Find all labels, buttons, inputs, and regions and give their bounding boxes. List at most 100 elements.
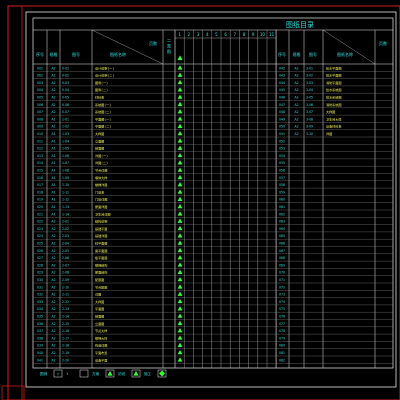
column-number: 4 [206, 32, 209, 37]
left-row-code: 2-04 [62, 241, 69, 245]
left-row-name: 配筋图 [95, 277, 104, 282]
left-row-code: 1-04 [62, 139, 69, 143]
legend-diamond-icon [159, 370, 165, 377]
right-row-name: 排水平面图 [326, 73, 341, 78]
left-row-seq: 002 [37, 74, 43, 78]
right-row-seq: 077 [279, 322, 285, 326]
left-row-code: 2-17 [62, 336, 69, 340]
mid-header-char: 二 [167, 38, 171, 43]
left-row-code: 2-06 [62, 256, 69, 260]
column-number: 11 [269, 32, 275, 37]
left-row-seq: 012 [37, 147, 43, 151]
left-row-seq: 024 [37, 234, 43, 238]
left-row-name: 屋面详图 [95, 204, 107, 209]
cad-drawing-canvas[interactable]: 图纸目录 序号 规格 图号 图纸名称页数二类图1 2 3 4 5 6 7 8 9 10 11序号 规格 图号图… [0, 0, 400, 400]
left-row-size: A2 [51, 336, 55, 340]
column-number: 1 [178, 32, 181, 37]
left-row-code: 2-13 [62, 307, 69, 311]
left-row-code: 1-03 [62, 132, 69, 136]
right-row-seq: 078 [279, 329, 285, 333]
left-row-code: 1-05 [62, 147, 69, 151]
left-row-size: A2 [51, 220, 55, 224]
status-triangle-icon [177, 349, 183, 355]
status-triangle-icon [177, 87, 183, 92]
legend-label: 方案 [92, 371, 100, 376]
status-triangle-icon [177, 342, 183, 347]
left-row-name: 节点配筋 [95, 284, 107, 289]
legend-box-text: T [56, 373, 60, 377]
status-triangle-icon [177, 211, 183, 216]
left-row-name: 楼梯详图 [95, 182, 107, 187]
left-row-code: 0-03 [62, 81, 69, 85]
right-row-size: A2 [294, 95, 298, 99]
left-row-seq: 016 [37, 176, 43, 180]
status-triangle-icon [177, 72, 183, 77]
status-triangle-icon [177, 306, 183, 311]
right-row-code: 3-07 [306, 110, 313, 114]
left-row-name: 结构说明 [95, 219, 107, 224]
left-row-code: 1-08 [62, 168, 69, 172]
left-row-seq: 030 [37, 278, 43, 282]
left-row-code: 2-07 [62, 263, 69, 267]
status-triangle-icon [177, 152, 183, 158]
right-row-seq: 071 [279, 278, 285, 282]
column-number: 2 [188, 32, 191, 37]
left-row-seq: 036 [37, 322, 43, 326]
left-row-code: 1-09 [62, 176, 69, 180]
left-row-size: A1 [51, 176, 55, 180]
right-row-code: 3-10 [306, 132, 313, 136]
status-triangle-icon [177, 320, 183, 326]
right-row-code: 3-04 [306, 88, 313, 92]
legend-triangle-icon [133, 370, 139, 376]
left-row-size: A2 [51, 271, 55, 275]
status-triangle-icon [177, 225, 183, 231]
status-triangle-icon [177, 145, 183, 150]
right-row-seq: 047 [279, 103, 285, 107]
right-row-size: A2 [294, 110, 298, 114]
right-row-seq: 064 [279, 227, 285, 231]
right-row-seq: 046 [279, 95, 285, 99]
left-row-size: A2 [51, 351, 55, 355]
left-row-name: 楼梯结构 [95, 262, 107, 267]
right-row-seq: 068 [279, 256, 285, 260]
status-triangle-icon [177, 247, 183, 253]
left-row-name: 构造详图 [95, 343, 107, 348]
left-row-seq: 029 [37, 271, 43, 275]
left-row-seq: 031 [37, 285, 43, 289]
left-row-size: A2 [51, 322, 55, 326]
right-row-seq: 065 [279, 234, 285, 238]
left-row-seq: 003 [37, 81, 43, 85]
right-row-code: 3-06 [306, 103, 313, 107]
right-row-seq: 070 [279, 271, 285, 275]
left-row-name: 柱平面图 [95, 240, 107, 245]
left-row-seq: 015 [37, 168, 43, 172]
status-triangle-icon [177, 233, 183, 238]
right-row-seq: 053 [279, 147, 285, 151]
left-row-code: 0-04 [62, 88, 69, 92]
left-row-size: A1 [51, 212, 55, 216]
right-row-seq: 082 [279, 358, 285, 362]
left-row-seq: 022 [37, 220, 43, 224]
left-row-size: A2 [51, 110, 55, 114]
left-row-size: A2 [51, 249, 55, 253]
left-row-size: A2 [51, 103, 55, 107]
right-header-name: 图纸名称 [337, 51, 353, 57]
status-triangle-icon [177, 174, 183, 180]
left-row-seq: 037 [37, 329, 43, 333]
left-row-code: 0-07 [62, 110, 69, 114]
left-row-name: 设计说明(二) [95, 73, 114, 78]
mid-header-char: 图 [167, 49, 171, 55]
status-triangle-icon [177, 101, 183, 107]
left-row-name: 墙体大样 [95, 175, 107, 180]
status-triangle-icon [177, 167, 183, 172]
left-header-pages: 页数 [149, 40, 157, 46]
right-row-seq: 042 [279, 66, 285, 70]
left-row-seq: 035 [37, 314, 43, 318]
left-row-size: A2 [51, 314, 55, 318]
left-row-code: 2-03 [62, 234, 69, 238]
left-row-size: A2 [51, 95, 55, 99]
left-row-code: 1-13 [62, 205, 69, 209]
binding-frame [21, 5, 400, 400]
right-row-seq: 062 [279, 212, 285, 216]
right-row-name: 排水系统图 [326, 94, 341, 99]
